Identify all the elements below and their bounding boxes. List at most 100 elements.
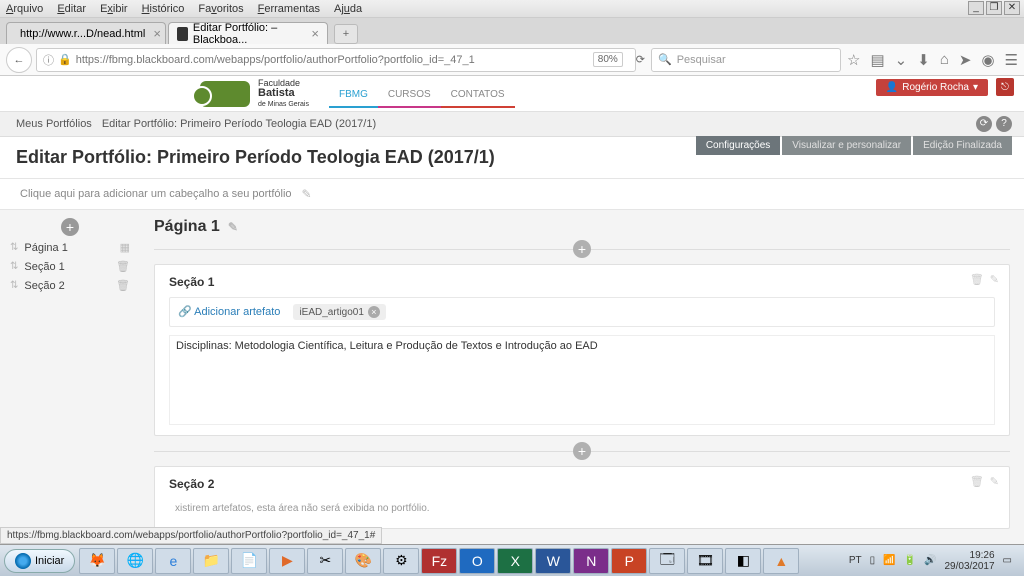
send-icon[interactable]: ➤ (959, 51, 972, 69)
tray-volume-icon[interactable]: 🔊 (924, 555, 936, 566)
back-button[interactable]: ← (6, 47, 32, 73)
taskbar-firefox-icon[interactable]: 🦊 (79, 548, 115, 574)
taskbar-chrome-icon[interactable]: 🌐 (117, 548, 153, 574)
hamburger-menu-icon[interactable]: ☰ (1005, 51, 1018, 69)
delete-section-icon[interactable]: 🗑 (970, 273, 984, 286)
edit-section-icon[interactable]: ✎ (990, 273, 999, 286)
menu-exibir[interactable]: Exibir (100, 3, 128, 15)
page-settings-icon[interactable]: ▦ (120, 241, 130, 254)
taskbar-powerpoint-icon[interactable]: P (611, 548, 647, 574)
taskbar-paint-icon[interactable]: 🎨 (345, 548, 381, 574)
drag-handle-icon[interactable]: ⇅ (10, 242, 18, 253)
header-edit-bar[interactable]: Clique aqui para adicionar um cabeçalho … (0, 179, 1024, 210)
section-empty-hint: xistirem artefatos, esta área não será e… (169, 499, 995, 518)
taskbar-ie-icon[interactable]: e (155, 548, 191, 574)
sidebar-item-section[interactable]: ⇅ Seção 2 🗑 (6, 276, 134, 295)
zoom-indicator[interactable]: 80% (593, 52, 623, 67)
window-restore-button[interactable]: ❐ (986, 1, 1002, 15)
taskbar-vlc-icon[interactable]: ▲ (763, 548, 799, 574)
taskbar-media-icon[interactable]: ▶ (269, 548, 305, 574)
tray-clock[interactable]: 19:26 29/03/2017 (944, 550, 994, 572)
tab-edicao-finalizada[interactable]: Edição Finalizada (913, 136, 1012, 155)
remove-artifact-icon[interactable]: × (368, 306, 380, 318)
refresh-button[interactable]: ⟳ (636, 53, 645, 66)
help-icon[interactable]: ? (996, 116, 1012, 132)
add-section-button[interactable]: + (573, 442, 591, 460)
taskbar-word-icon[interactable]: W (535, 548, 571, 574)
drag-handle-icon[interactable]: ⇅ (10, 280, 18, 291)
sidebar-item-page[interactable]: ⇅ Página 1 ▦ (6, 238, 134, 257)
taskbar-onenote-icon[interactable]: N (573, 548, 609, 574)
browser-tab-2[interactable]: Editar Portfólio: – Blackboa... × (168, 22, 328, 44)
new-tab-button[interactable]: + (334, 24, 358, 44)
home-icon[interactable]: ⌂ (940, 51, 949, 68)
artifact-chip[interactable]: iEAD_artigo01 × (293, 304, 385, 320)
tab-close-button[interactable]: × (153, 26, 161, 41)
menu-arquivo[interactable]: AArquivorquivo (6, 3, 43, 15)
menu-ajuda[interactable]: Ajuda (334, 3, 362, 15)
pencil-icon[interactable]: ✎ (228, 220, 238, 234)
section-title: Seção 1 (169, 275, 995, 289)
breadcrumb: Meus Portfólios Editar Portfólio: Primei… (0, 112, 1024, 137)
tray-show-desktop[interactable]: ▭ (1003, 555, 1012, 566)
window-minimize-button[interactable]: _ (968, 1, 984, 15)
taskbar-explorer-icon[interactable]: 📁 (193, 548, 229, 574)
pocket-icon[interactable]: ⌄ (895, 51, 908, 69)
site-header: FaculdadeBatistade Minas Gerais FBMG CUR… (0, 76, 1024, 112)
tab-configuracoes[interactable]: Configurações (696, 136, 780, 155)
search-field[interactable]: 🔍 Pesquisar (651, 48, 841, 72)
browser-tab-1[interactable]: http://www.r...D/nead.html × (6, 22, 166, 44)
taskbar-outlook-icon[interactable]: O (459, 548, 495, 574)
tray-battery-icon[interactable]: 🔋 (904, 555, 916, 566)
sidebar-item-label: Página 1 (24, 242, 119, 254)
edit-section-icon[interactable]: ✎ (990, 475, 999, 488)
sidebar: + ⇅ Página 1 ▦ ⇅ Seção 1 🗑 ⇅ Seção 2 🗑 (0, 210, 140, 576)
url-text: https://fbmg.blackboard.com/webapps/port… (76, 54, 475, 66)
window-close-button[interactable]: ✕ (1004, 1, 1020, 15)
nav-contatos[interactable]: CONTATOS (441, 79, 515, 108)
sync-icon[interactable]: ◉ (981, 51, 994, 69)
delete-icon[interactable]: 🗑 (116, 279, 130, 292)
tab-title: Editar Portfólio: – Blackboa... (193, 22, 304, 46)
menu-historico[interactable]: Histórico (142, 3, 185, 15)
url-field[interactable]: ⓘ 🔒 https://fbmg.blackboard.com/webapps/… (36, 48, 636, 72)
menu-favoritos[interactable]: Favoritos (198, 3, 243, 15)
bookmark-star-icon[interactable]: ☆ (847, 51, 860, 69)
sync-status-icon[interactable]: ⟳ (976, 116, 992, 132)
taskbar-filezilla-icon[interactable]: Fz (421, 548, 457, 574)
tab-close-button[interactable]: × (311, 26, 319, 41)
brand-logo[interactable] (200, 81, 250, 107)
taskbar-libre-icon[interactable]: 📄 (231, 548, 267, 574)
add-section-button[interactable]: + (573, 240, 591, 258)
delete-icon[interactable]: 🗑 (116, 260, 130, 273)
nav-fbmg[interactable]: FBMG (329, 79, 378, 108)
menu-ferramentas[interactable]: Ferramentas (258, 3, 320, 15)
taskbar-excel-icon[interactable]: X (497, 548, 533, 574)
tray-flag-icon[interactable]: ▯ (870, 555, 876, 566)
taskbar-app-icon[interactable]: 🗔 (649, 548, 685, 574)
add-page-button[interactable]: + (61, 218, 79, 236)
taskbar-snip-icon[interactable]: ✂ (307, 548, 343, 574)
reader-icon[interactable]: ▤ (870, 51, 884, 69)
tray-lang[interactable]: PT (849, 555, 862, 566)
windows-taskbar: Iniciar 🦊 🌐 e 📁 📄 ▶ ✂ 🎨 ⚙ Fz O X W N P 🗔… (0, 544, 1024, 576)
user-menu-button[interactable]: 👤 Rogério Rocha ▾ (876, 79, 988, 96)
info-icon[interactable]: ⓘ (43, 52, 54, 68)
delete-section-icon[interactable]: 🗑 (970, 475, 984, 488)
tab-visualizar[interactable]: Visualizar e personalizar (782, 136, 911, 155)
downloads-icon[interactable]: ⬇ (917, 51, 930, 69)
nav-cursos[interactable]: CURSOS (378, 79, 441, 108)
taskbar-video-icon[interactable]: 🎞 (687, 548, 723, 574)
logout-icon[interactable]: ⎋ (996, 78, 1014, 96)
add-artifact-link[interactable]: 🔗 Adicionar artefato (178, 306, 280, 318)
taskbar-control-icon[interactable]: ⚙ (383, 548, 419, 574)
breadcrumb-root[interactable]: Meus Portfólios (16, 118, 92, 130)
sidebar-item-section[interactable]: ⇅ Seção 1 🗑 (6, 257, 134, 276)
section-body[interactable]: Disciplinas: Metodologia Científica, Lei… (169, 335, 995, 425)
menu-editar[interactable]: Editar (57, 3, 86, 15)
tray-network-icon[interactable]: 📶 (883, 555, 895, 566)
drag-handle-icon[interactable]: ⇅ (10, 261, 18, 272)
start-button[interactable]: Iniciar (4, 549, 75, 573)
pencil-icon[interactable]: ✎ (302, 187, 312, 201)
taskbar-app2-icon[interactable]: ◧ (725, 548, 761, 574)
